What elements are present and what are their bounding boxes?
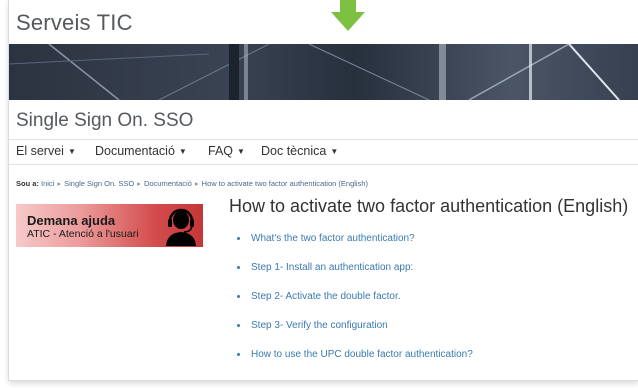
page-heading: How to activate two factor authenticatio… — [229, 196, 629, 216]
help-title: Demana ajuda — [27, 213, 116, 228]
table-of-contents: What's the two factor authentication? St… — [235, 233, 473, 378]
toc-link[interactable]: How to use the UPC double factor authent… — [235, 349, 473, 378]
site-title[interactable]: Serveis TIC — [16, 10, 133, 36]
nav-item-documentacio[interactable]: Documentació ▼ — [95, 144, 187, 158]
toc-link[interactable]: What's the two factor authentication? — [235, 233, 473, 262]
nav-item-faq[interactable]: FAQ ▼ — [208, 144, 245, 158]
browser-page: Serveis TIC Single Sign On. SSO El serve… — [9, 0, 638, 380]
nav-item-label: El servei — [16, 144, 64, 158]
caret-down-icon: ▼ — [178, 147, 187, 156]
breadcrumb-item-current: How to activate two factor authenticatio… — [201, 179, 368, 188]
toc-link[interactable]: Step 2- Activate the double factor. — [235, 291, 473, 320]
help-request-button[interactable]: Demana ajuda ATIC - Atenció a l'usuari — [16, 204, 203, 247]
breadcrumb-separator-icon: ▸ — [194, 179, 199, 188]
arrow-down-icon — [331, 0, 365, 31]
nav-item-label: Documentació — [95, 144, 175, 158]
toc-link[interactable]: Step 3- Verify the configuration — [235, 320, 473, 349]
headset-agent-icon — [166, 208, 196, 246]
caret-down-icon: ▼ — [330, 147, 339, 156]
nav-item-label: Doc tècnica — [261, 144, 327, 158]
toc-link[interactable]: Step 1- Install an authentication app: — [235, 262, 473, 291]
nav-item-label: FAQ — [208, 144, 234, 158]
section-title[interactable]: Single Sign On. SSO — [16, 110, 193, 132]
nav-item-doc-tecnica[interactable]: Doc tècnica ▼ — [261, 144, 338, 158]
caret-down-icon: ▼ — [237, 147, 245, 156]
breadcrumb-item-inici[interactable]: Inici — [41, 179, 54, 188]
main-nav: El servei ▼ Documentació ▼ FAQ ▼ Doc tècnic… — [9, 139, 638, 165]
breadcrumb-separator-icon: ▸ — [57, 179, 62, 188]
breadcrumb-separator-icon: ▸ — [137, 179, 141, 188]
header-banner-image — [9, 44, 638, 100]
breadcrumb-item-sso[interactable]: Single Sign On. SSO — [64, 179, 134, 188]
breadcrumb-prefix: Sou a: — [16, 179, 39, 188]
caret-down-icon: ▼ — [67, 147, 76, 156]
breadcrumb: Sou a: Inici ▸ Single Sign On. SSO ▸ Documen… — [16, 179, 368, 188]
help-subtitle: ATIC - Atenció a l'usuari — [27, 228, 139, 240]
breadcrumb-item-documentacio[interactable]: Documentació — [144, 179, 192, 188]
nav-item-el-servei[interactable]: El servei ▼ — [16, 144, 76, 158]
